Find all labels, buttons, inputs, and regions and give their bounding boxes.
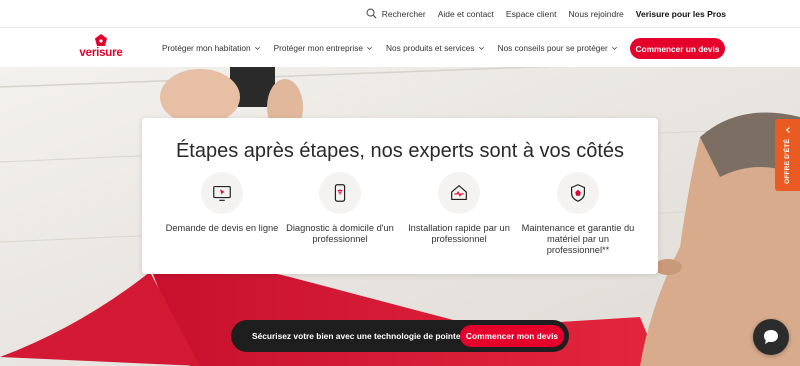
pros-label: Verisure pour les Pros bbox=[635, 8, 726, 19]
start-quote-button[interactable]: Commencer un devis bbox=[630, 38, 725, 59]
nav-item-advice[interactable]: Nos conseils pour se protéger bbox=[498, 43, 618, 53]
step-maintenance: Maintenance et garantie du matériel par … bbox=[518, 172, 638, 256]
step-icon-container bbox=[319, 172, 361, 214]
client-space-link[interactable]: Espace client bbox=[506, 9, 557, 19]
chevron-down-icon bbox=[478, 46, 484, 50]
step-online-quote: Demande de devis en ligne bbox=[162, 172, 282, 234]
summer-offer-tab[interactable]: OFFRE D'ÉTÉ bbox=[775, 119, 800, 191]
search-icon bbox=[366, 8, 377, 19]
pros-link[interactable]: Verisure pour les Pros bbox=[636, 9, 726, 19]
step-label: Diagnostic à domicile d'un professionnel bbox=[286, 223, 394, 244]
start-my-quote-button[interactable]: Commencer mon devis bbox=[460, 325, 564, 347]
step-fast-installation: Installation rapide par un professionnel bbox=[399, 172, 519, 245]
logo-text: verisure bbox=[79, 47, 123, 59]
client-space-label: Espace client bbox=[505, 8, 557, 19]
search-label: Rechercher bbox=[381, 8, 426, 19]
steps-title: Étapes après étapes, nos experts sont à … bbox=[175, 140, 625, 162]
nav-item-home-protection[interactable]: Protéger mon habitation bbox=[162, 43, 261, 53]
nav-item-label: Protéger mon habitation bbox=[162, 43, 251, 53]
house-pulse-icon bbox=[451, 185, 467, 201]
nav-menu: Protéger mon habitation Protéger mon ent… bbox=[162, 28, 631, 68]
chat-bubble-icon bbox=[764, 330, 778, 344]
logo-house-icon bbox=[95, 34, 107, 46]
nav-item-label: Nos conseils pour se protéger bbox=[497, 43, 608, 53]
nav-item-products-services[interactable]: Nos produits et services bbox=[386, 43, 485, 53]
nav-item-business-protection[interactable]: Protéger mon entreprise bbox=[274, 43, 373, 53]
chevron-down-icon bbox=[611, 46, 617, 50]
step-icon-container bbox=[557, 172, 599, 214]
step-label: Installation rapide par un professionnel bbox=[408, 223, 510, 244]
quote-banner: Sécurisez votre bien avec une technologi… bbox=[231, 320, 569, 352]
chevron-down-icon bbox=[254, 46, 260, 50]
help-contact-label: Aide et contact bbox=[437, 8, 494, 19]
monitor-cursor-icon bbox=[213, 185, 231, 201]
step-home-diagnosis: Diagnostic à domicile d'un professionnel bbox=[280, 172, 400, 245]
join-us-link[interactable]: Nous rejoindre bbox=[568, 9, 623, 19]
step-label: Demande de devis en ligne bbox=[165, 223, 279, 233]
verisure-logo[interactable]: verisure bbox=[72, 33, 130, 65]
search-link[interactable]: Rechercher bbox=[366, 8, 426, 19]
shield-house-icon bbox=[570, 184, 586, 202]
nav-item-label: Nos produits et services bbox=[386, 43, 475, 53]
step-label: Maintenance et garantie du matériel par … bbox=[521, 223, 635, 255]
utility-bar: Rechercher Aide et contact Espace client… bbox=[0, 0, 800, 27]
main-nav: verisure Protéger mon habitation Protége… bbox=[0, 27, 800, 67]
step-icon-container bbox=[438, 172, 480, 214]
phone-wifi-icon bbox=[334, 184, 346, 202]
chevron-down-icon bbox=[367, 46, 373, 50]
help-contact-link[interactable]: Aide et contact bbox=[438, 9, 494, 19]
chat-button[interactable] bbox=[753, 319, 789, 355]
step-icon-container bbox=[201, 172, 243, 214]
chevron-left-icon bbox=[785, 127, 790, 133]
quote-banner-text: Sécurisez votre bien avec une technologi… bbox=[252, 331, 461, 341]
nav-item-label: Protéger mon entreprise bbox=[273, 43, 364, 53]
summer-offer-label: OFFRE D'ÉTÉ bbox=[784, 139, 791, 184]
join-us-label: Nous rejoindre bbox=[568, 8, 624, 19]
steps-card: Étapes après étapes, nos experts sont à … bbox=[142, 118, 658, 274]
